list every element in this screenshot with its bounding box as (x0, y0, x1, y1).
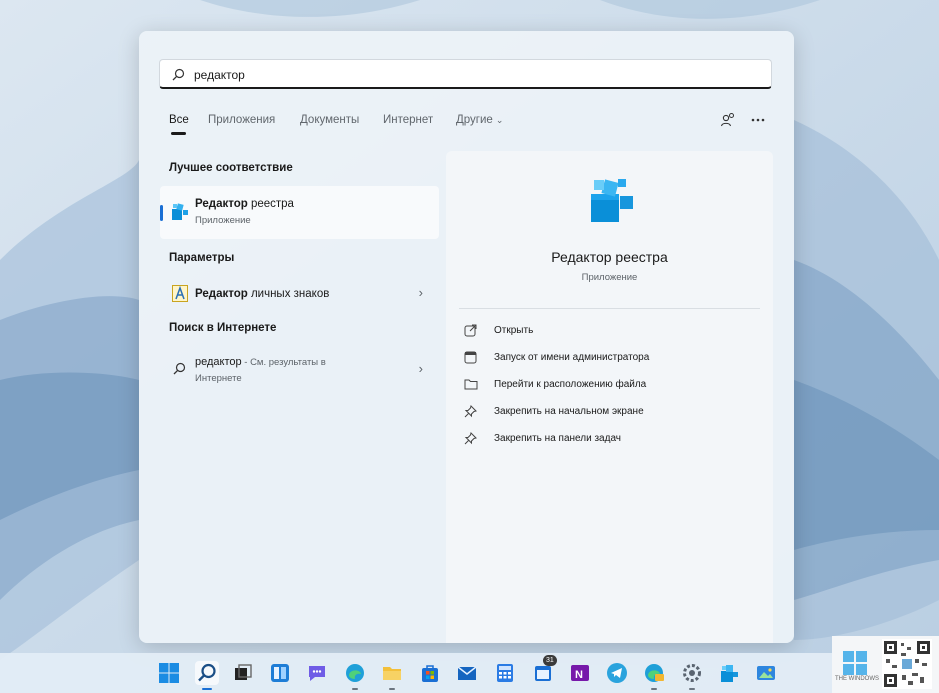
folder-icon (464, 379, 478, 390)
web-search-heading: Поиск в Интернете (169, 322, 277, 334)
action-pin-to-taskbar-label: Закрепить на панели задач (494, 433, 621, 444)
best-match-title: Редактор реестра (195, 198, 294, 210)
search-panel: Все Приложения Документы Интернет Другие… (139, 31, 794, 643)
search-icon (173, 362, 186, 375)
tab-more-label: Другие (456, 114, 493, 126)
best-match-title-bold: Редактор (195, 198, 248, 210)
settings-result-title: Редактор личных знаков (195, 288, 329, 300)
search-input[interactable] (192, 64, 756, 86)
mail-icon[interactable] (455, 661, 479, 685)
pin-icon (464, 405, 477, 418)
watermark: THE WINDOWS (832, 636, 939, 693)
result-details-pane: Редактор реестра Приложение Открыть Запу… (446, 151, 773, 643)
best-match-heading: Лучшее соответствие (169, 162, 293, 174)
watermark-text: THE WINDOWS (835, 676, 879, 682)
more-options-button[interactable] (747, 109, 769, 131)
telegram-icon[interactable] (605, 661, 629, 685)
action-pin-to-start-label: Закрепить на начальном экране (494, 406, 644, 417)
settings-icon[interactable] (680, 661, 704, 690)
chat-icon[interactable] (305, 661, 329, 685)
tab-documents[interactable]: Документы (300, 114, 359, 126)
svg-text:N: N (575, 669, 583, 681)
best-match-subtitle: Приложение (195, 215, 251, 226)
best-match-title-rest: реестра (247, 198, 294, 210)
tab-more[interactable]: Другие ⌄ (456, 114, 503, 126)
search-icon[interactable] (195, 661, 219, 690)
settings-result-title-bold: Редактор (195, 288, 248, 300)
open-icon (464, 324, 477, 337)
search-icon (172, 68, 185, 81)
private-character-editor-icon (172, 285, 188, 302)
calendar-icon[interactable]: 31 (531, 655, 557, 685)
tab-apps[interactable]: Приложения (208, 114, 275, 126)
action-run-as-admin-label: Запуск от имени администратора (494, 352, 650, 363)
calendar-badge: 31 (543, 655, 557, 666)
tab-all[interactable]: Все (169, 114, 189, 135)
running-indicator (689, 688, 695, 690)
registry-editor-icon[interactable] (717, 661, 741, 685)
calculator-icon[interactable] (493, 661, 517, 685)
search-box[interactable] (159, 59, 772, 89)
chevron-right-icon: › (418, 361, 423, 376)
edge-icon[interactable] (343, 661, 367, 690)
more-icon (751, 118, 765, 122)
taskbar: 31 N (0, 653, 939, 693)
selection-indicator (160, 205, 163, 221)
account-switch-icon (720, 113, 734, 127)
tab-web[interactable]: Интернет (383, 114, 433, 126)
onenote-icon[interactable]: N (568, 661, 592, 685)
web-search-hint-line2: Интернете (195, 373, 242, 384)
web-search-result[interactable]: редактор - См. результаты в Интернете › (160, 349, 439, 389)
detail-title: Редактор реестра (551, 249, 668, 265)
file-explorer-icon[interactable] (380, 661, 404, 690)
account-switch-button[interactable] (717, 109, 739, 131)
divider (459, 308, 760, 309)
best-match-result[interactable]: Редактор реестра Приложение (160, 186, 439, 239)
registry-editor-large-icon (591, 179, 633, 222)
settings-result-title-rest: личных знаков (247, 288, 330, 300)
chevron-down-icon: ⌄ (495, 115, 504, 125)
watermark-windows-logo-icon (843, 651, 867, 675)
windows-start-icon[interactable] (157, 661, 181, 685)
tab-all-label: Все (169, 114, 189, 126)
settings-heading: Параметры (169, 252, 235, 264)
running-indicator (651, 688, 657, 690)
web-search-hint: - См. результаты в (241, 357, 326, 368)
detail-subtitle: Приложение (581, 272, 638, 283)
action-open-label: Открыть (494, 325, 534, 336)
active-app-indicator (202, 688, 212, 690)
tab-active-indicator (171, 132, 186, 135)
running-indicator (352, 688, 358, 690)
chevron-right-icon: › (418, 285, 423, 300)
photos-icon[interactable] (754, 661, 778, 685)
web-search-text: редактор - См. результаты в (195, 356, 326, 368)
store-icon[interactable] (418, 661, 442, 685)
registry-editor-icon (172, 203, 188, 220)
edge-canary-icon[interactable] (642, 661, 666, 690)
running-indicator (389, 688, 395, 690)
action-open-file-location-label: Перейти к расположению файла (494, 379, 647, 390)
settings-result[interactable]: Редактор личных знаков › (160, 280, 439, 308)
widgets-icon[interactable] (268, 661, 292, 685)
task-view-icon[interactable] (231, 661, 255, 685)
pin-icon (464, 432, 477, 445)
admin-shield-icon (464, 351, 477, 364)
qr-code-icon (882, 639, 932, 689)
web-search-query: редактор (195, 356, 242, 368)
